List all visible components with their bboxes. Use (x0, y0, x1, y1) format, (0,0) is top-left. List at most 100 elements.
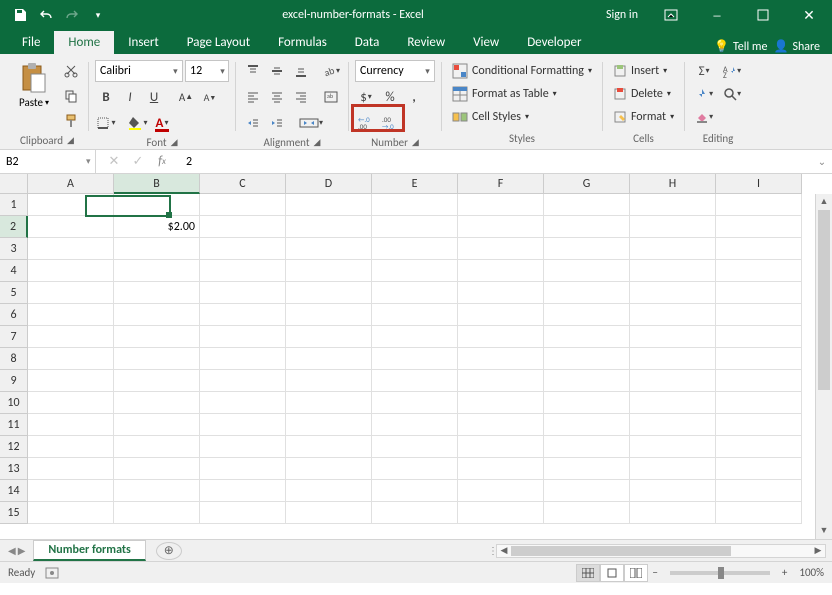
save-icon[interactable] (8, 3, 32, 27)
chevron-down-icon[interactable]: ▾ (421, 66, 434, 77)
cell[interactable] (286, 392, 372, 414)
cell[interactable] (200, 260, 286, 282)
percent-format-icon[interactable]: % (379, 86, 401, 108)
column-header[interactable]: A (28, 174, 114, 194)
zoom-level[interactable]: 100% (799, 566, 824, 579)
cell[interactable] (286, 282, 372, 304)
name-box-input[interactable] (0, 155, 81, 169)
normal-view-icon[interactable] (576, 564, 600, 582)
clipboard-dialog-launcher[interactable]: ◢ (67, 135, 74, 146)
scrollbar-thumb[interactable] (818, 210, 830, 390)
zoom-slider-handle[interactable] (718, 567, 724, 579)
cell[interactable] (286, 348, 372, 370)
column-header[interactable]: E (372, 174, 458, 194)
cell[interactable] (28, 502, 114, 524)
cell[interactable] (544, 216, 630, 238)
close-button[interactable]: ✕ (786, 0, 832, 30)
increase-indent-icon[interactable] (266, 112, 288, 134)
cell[interactable] (716, 304, 802, 326)
cell[interactable] (372, 414, 458, 436)
tab-developer[interactable]: Developer (513, 31, 595, 54)
cell[interactable] (716, 458, 802, 480)
tab-file[interactable]: File (8, 31, 54, 54)
wrap-text-icon[interactable]: ab (320, 86, 342, 108)
cell[interactable] (544, 370, 630, 392)
cell[interactable] (28, 304, 114, 326)
scroll-left-icon[interactable]: ◀ (497, 545, 511, 557)
row-header[interactable]: 14 (0, 480, 28, 502)
tab-formulas[interactable]: Formulas (264, 31, 341, 54)
fill-color-icon[interactable]: ▾ (127, 112, 149, 134)
cell[interactable] (716, 326, 802, 348)
cell[interactable] (286, 458, 372, 480)
row-header[interactable]: 7 (0, 326, 28, 348)
worksheet-grid[interactable]: ABCDEFGHI 123456789101112131415 $2.00 ▲ … (0, 174, 832, 539)
cell[interactable] (544, 260, 630, 282)
cell[interactable] (716, 436, 802, 458)
cell[interactable] (544, 282, 630, 304)
cell[interactable] (458, 326, 544, 348)
cell[interactable] (200, 194, 286, 216)
cell[interactable] (630, 502, 716, 524)
select-all-corner[interactable] (0, 174, 28, 194)
cell[interactable] (544, 392, 630, 414)
cell[interactable] (114, 326, 200, 348)
cell[interactable] (458, 370, 544, 392)
cell[interactable] (28, 370, 114, 392)
row-header[interactable]: 5 (0, 282, 28, 304)
cell[interactable] (200, 370, 286, 392)
row-header[interactable]: 6 (0, 304, 28, 326)
cell[interactable] (630, 348, 716, 370)
cell[interactable] (114, 502, 200, 524)
cell[interactable] (716, 502, 802, 524)
cell[interactable] (28, 216, 114, 238)
formula-input[interactable] (180, 155, 812, 169)
align-top-icon[interactable] (242, 60, 264, 82)
format-painter-icon[interactable] (60, 110, 82, 132)
column-header[interactable]: D (286, 174, 372, 194)
align-right-icon[interactable] (290, 86, 312, 108)
scroll-down-icon[interactable]: ▼ (816, 523, 832, 539)
expand-formula-bar-icon[interactable]: ⌄ (812, 155, 832, 168)
cell[interactable] (200, 392, 286, 414)
cell[interactable] (114, 392, 200, 414)
cell[interactable] (716, 392, 802, 414)
tab-home[interactable]: Home (54, 31, 114, 54)
cell[interactable] (630, 238, 716, 260)
cell[interactable] (630, 282, 716, 304)
maximize-button[interactable] (740, 0, 786, 30)
font-size-input[interactable] (186, 64, 217, 78)
cell[interactable] (458, 480, 544, 502)
row-header[interactable]: 8 (0, 348, 28, 370)
cell[interactable] (372, 502, 458, 524)
cell[interactable] (286, 436, 372, 458)
vertical-scrollbar[interactable]: ▲ ▼ (815, 194, 832, 539)
cut-icon[interactable] (60, 60, 82, 82)
cell[interactable] (458, 194, 544, 216)
align-middle-icon[interactable] (266, 60, 288, 82)
cell[interactable] (716, 414, 802, 436)
minimize-button[interactable]: ─ (694, 0, 740, 30)
cell[interactable] (630, 414, 716, 436)
cell[interactable] (458, 260, 544, 282)
row-header[interactable]: 9 (0, 370, 28, 392)
cell[interactable] (544, 348, 630, 370)
row-header[interactable]: 1 (0, 194, 28, 216)
cell[interactable] (114, 370, 200, 392)
cell[interactable] (114, 436, 200, 458)
row-header[interactable]: 12 (0, 436, 28, 458)
cell[interactable] (28, 436, 114, 458)
format-as-table-button[interactable]: Format as Table▾ (448, 83, 596, 105)
cell[interactable] (114, 414, 200, 436)
row-header[interactable]: 3 (0, 238, 28, 260)
cell[interactable] (630, 326, 716, 348)
column-header[interactable]: G (544, 174, 630, 194)
undo-icon[interactable] (34, 3, 58, 27)
cell[interactable] (458, 304, 544, 326)
macro-record-icon[interactable] (45, 567, 59, 579)
cell[interactable] (200, 414, 286, 436)
cell[interactable] (372, 194, 458, 216)
cell[interactable] (372, 392, 458, 414)
scroll-up-icon[interactable]: ▲ (816, 194, 832, 210)
cell[interactable] (372, 260, 458, 282)
